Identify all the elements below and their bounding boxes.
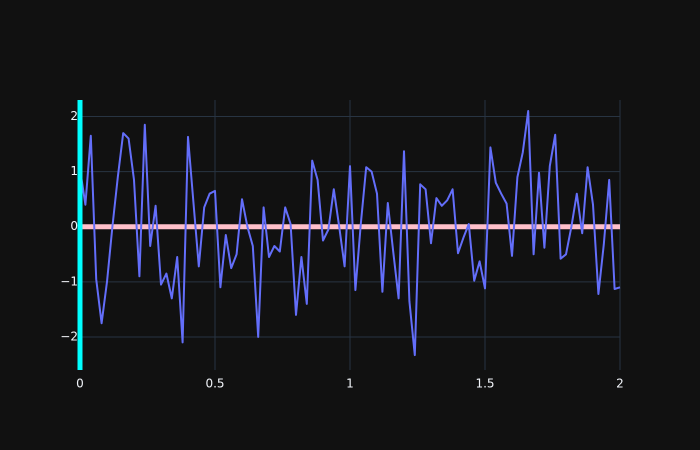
y-tick-label: 1 bbox=[70, 164, 78, 178]
x-tick-label: 2 bbox=[616, 377, 624, 391]
y-tick-label: −1 bbox=[60, 274, 78, 288]
line-chart: 0 0.5 1 1.5 2 −2 −1 0 1 2 bbox=[0, 0, 700, 450]
y-tick-label: 2 bbox=[70, 109, 78, 123]
x-tick-label: 0.5 bbox=[205, 377, 224, 391]
x-tick-label: 1 bbox=[346, 377, 354, 391]
y-tick-label: 0 bbox=[70, 219, 78, 233]
x-tick-label: 0 bbox=[76, 377, 84, 391]
y-tick-label: −2 bbox=[60, 329, 78, 343]
x-tick-label: 1.5 bbox=[475, 377, 494, 391]
